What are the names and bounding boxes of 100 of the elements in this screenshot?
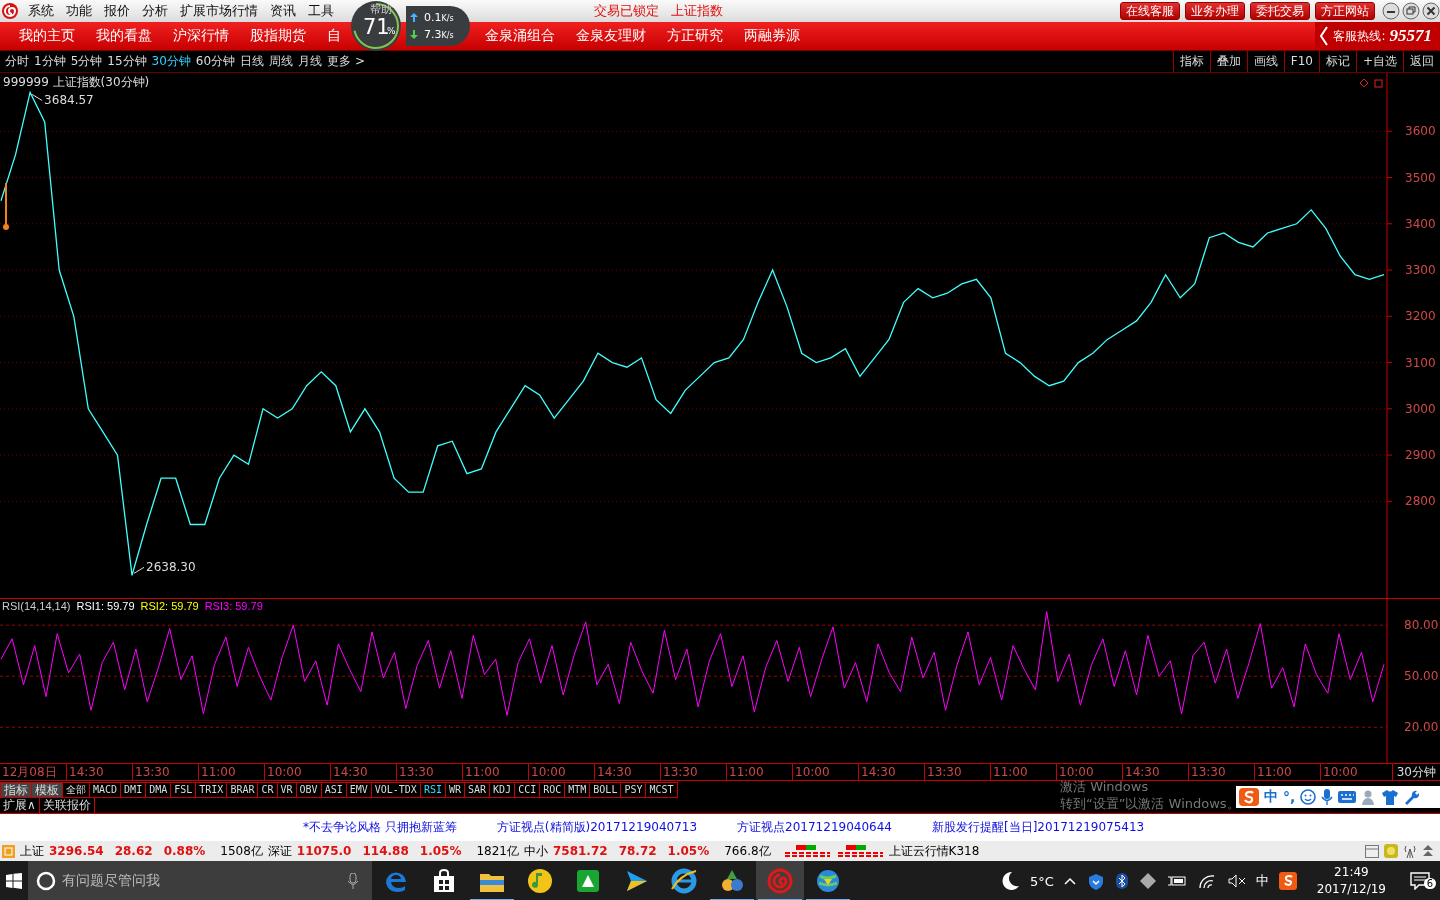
index-name[interactable]: 上证 — [20, 842, 44, 860]
microphone-icon[interactable] — [348, 873, 358, 889]
period-tab[interactable]: 周线 — [269, 53, 294, 70]
ime-mode[interactable]: 中 — [1264, 788, 1278, 806]
toolbar-button[interactable]: 叠加 — [1209, 51, 1247, 72]
shirt-icon[interactable] — [1382, 789, 1399, 805]
news-link[interactable]: 方证视点(精简版)20171219040713 — [496, 819, 698, 836]
microphone-icon[interactable] — [1321, 789, 1334, 805]
chevron-up-icon[interactable] — [1063, 877, 1076, 885]
weather-temperature[interactable]: 5°C — [1029, 873, 1054, 889]
indicator-tab[interactable]: PSY — [620, 781, 647, 798]
nav-tab[interactable]: 金泉友理财 — [576, 27, 646, 45]
toolbar-button[interactable]: 指标 — [1172, 51, 1210, 72]
menu-item[interactable]: 资讯 — [270, 2, 296, 20]
indicator-tab[interactable]: DMA — [145, 781, 172, 798]
indicator-tab[interactable]: 全部 — [62, 781, 90, 798]
period-tab[interactable]: 15分钟 — [107, 53, 147, 70]
shield-icon[interactable] — [1087, 872, 1104, 890]
toolbar-button[interactable]: 返回 — [1403, 51, 1440, 72]
period-tab[interactable]: 更多 > — [327, 53, 365, 70]
indicator-tab[interactable]: BOLL — [589, 781, 622, 798]
nav-tab[interactable]: 我的看盘 — [96, 27, 152, 45]
toolbar-button[interactable]: F10 — [1283, 51, 1319, 72]
clock-time[interactable]: 21:49 — [1334, 864, 1369, 881]
period-tab[interactable]: 5分钟 — [70, 53, 103, 70]
keyboard-icon[interactable] — [1338, 791, 1357, 803]
period-tab[interactable]: 1分钟 — [34, 53, 66, 70]
diamond-icon[interactable] — [1359, 78, 1369, 88]
period-tab[interactable]: 日线 — [240, 53, 265, 70]
menu-item[interactable]: 扩展市场行情 — [180, 2, 258, 20]
news-link[interactable]: 方证视点20171219040644 — [737, 819, 892, 836]
nav-tab[interactable]: 我的主页 — [19, 27, 75, 45]
indicator-tab[interactable]: BRAR — [226, 781, 259, 798]
period-tab[interactable]: 60分钟 — [195, 53, 236, 70]
news-link[interactable]: *不去争论风格 只拥抱新蓝筹 — [303, 819, 457, 836]
antenna-icon[interactable] — [1403, 844, 1417, 858]
indicator-tab[interactable]: RSI — [419, 781, 446, 798]
indicator-tab[interactable]: OBV — [295, 781, 322, 798]
toolbar-button[interactable]: +自选 — [1355, 51, 1403, 72]
period-tab[interactable]: 月线 — [298, 53, 323, 70]
indicator-tab[interactable]: VOL-TDX — [370, 781, 421, 798]
menu-item[interactable]: 工具 — [308, 2, 334, 20]
indicator-tab[interactable]: WR — [444, 781, 465, 798]
toolbar-button[interactable]: 标记 — [1318, 51, 1356, 72]
minimize-icon[interactable] — [1382, 2, 1400, 20]
indicator-tab[interactable]: VR — [276, 781, 297, 798]
indicator-tab[interactable]: MACD — [89, 781, 122, 798]
indicator-tab[interactable]: 指标 — [0, 781, 32, 798]
battery-icon[interactable] — [1167, 875, 1186, 887]
wrench-icon[interactable] — [1403, 789, 1420, 805]
indicator-tab[interactable]: ROC — [539, 781, 566, 798]
nav-tab[interactable]: 金泉涌组合 — [485, 27, 555, 45]
indicator-tab[interactable]: TRIX — [195, 781, 228, 798]
index-name[interactable]: 深证 — [267, 842, 292, 860]
indicator-tab[interactable]: 模板 — [31, 781, 63, 798]
menu-item[interactable]: 帮助 — [370, 2, 392, 17]
wifi-icon[interactable] — [1197, 874, 1216, 888]
collapse-icon[interactable] — [1422, 844, 1434, 858]
nav-tab[interactable]: 自 — [327, 27, 341, 45]
header-button[interactable]: 委托交易 — [1250, 2, 1310, 20]
ime-logo-icon[interactable] — [1278, 872, 1297, 890]
nav-tab[interactable]: 两融券源 — [744, 27, 800, 45]
header-button[interactable]: 方正网站 — [1315, 2, 1375, 20]
period-tab[interactable]: 30分钟 — [151, 53, 191, 70]
nav-tab[interactable]: 股指期货 — [250, 27, 306, 45]
diamond-icon[interactable] — [1139, 873, 1156, 889]
index-name[interactable]: 中小 — [523, 842, 548, 860]
indicator-tab[interactable]: MCST — [645, 781, 678, 798]
panel-tab[interactable]: 关联报价 — [39, 798, 95, 813]
clock-date[interactable]: 2017/12/19 — [1316, 881, 1386, 898]
input-method[interactable]: 中 — [1255, 872, 1269, 890]
windows-logo-icon[interactable] — [6, 873, 22, 889]
indicator-tab[interactable]: SAR — [464, 781, 491, 798]
header-button[interactable]: 业务办理 — [1185, 2, 1245, 20]
indicator-tab[interactable]: MTM — [564, 781, 591, 798]
smiley-icon[interactable] — [1300, 789, 1317, 805]
menu-item[interactable]: 系统 — [28, 2, 54, 20]
toolbar-button[interactable]: 画线 — [1246, 51, 1284, 72]
spiral-icon[interactable] — [756, 861, 804, 900]
indicator-tab[interactable]: DMI — [120, 781, 147, 798]
punctuation-mode[interactable]: °, — [1283, 789, 1296, 805]
close-icon[interactable] — [1422, 2, 1440, 20]
indicator-tab[interactable]: FSL — [170, 781, 197, 798]
bluetooth-icon[interactable] — [1115, 873, 1128, 889]
nav-tab[interactable]: 方正研究 — [667, 27, 723, 45]
search-field[interactable]: 有问题尽管问我 — [28, 861, 372, 900]
panel-tab[interactable]: 扩展∧ — [0, 798, 40, 813]
indicator-tab[interactable]: KDJ — [489, 781, 516, 798]
news-link[interactable]: 新股发行提醒[当日]20171219075413 — [931, 819, 1145, 836]
window-icon[interactable] — [1374, 79, 1383, 88]
document-icon[interactable] — [1365, 844, 1379, 858]
menu-item[interactable]: 分析 — [142, 2, 168, 20]
period-tab[interactable]: 分时 — [5, 53, 29, 70]
header-button[interactable]: 在线客服 — [1120, 2, 1180, 20]
restore-icon[interactable] — [1402, 2, 1420, 20]
muted-speaker-icon[interactable] — [1227, 874, 1246, 888]
nav-tab[interactable]: 沪深行情 — [173, 27, 229, 45]
indicator-tab[interactable]: CCI — [514, 781, 541, 798]
indicator-tab[interactable]: ASI — [320, 781, 347, 798]
indicator-tab[interactable]: CR — [257, 781, 278, 798]
